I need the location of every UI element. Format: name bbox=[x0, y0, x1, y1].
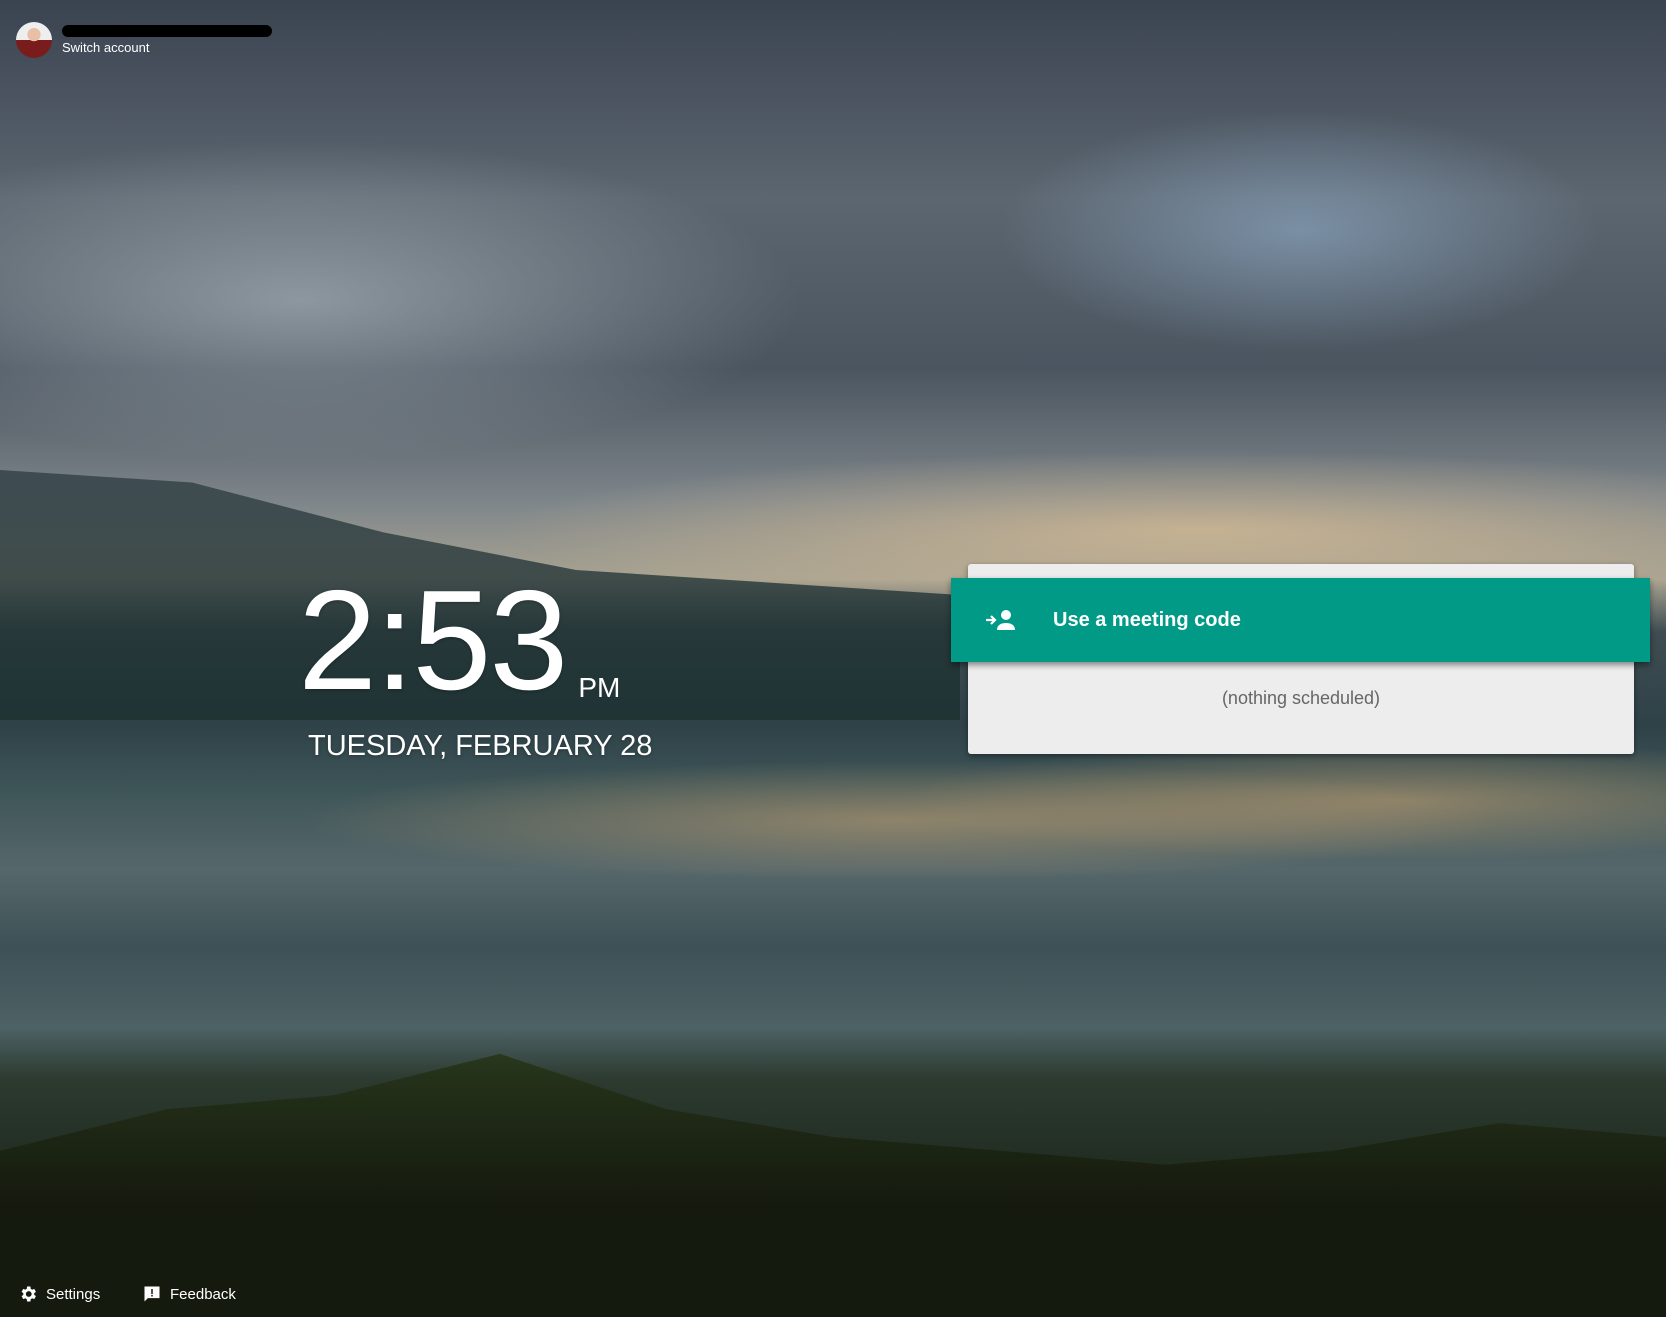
feedback-button[interactable]: Feedback bbox=[142, 1284, 236, 1304]
gear-icon bbox=[21, 1286, 36, 1302]
switch-account-label[interactable]: Switch account bbox=[62, 40, 272, 55]
account-switcher[interactable]: Switch account bbox=[16, 22, 272, 58]
nothing-scheduled-text: (nothing scheduled) bbox=[1221, 688, 1381, 708]
feedback-label: Feedback bbox=[170, 1285, 236, 1303]
settings-label: Settings bbox=[46, 1285, 101, 1303]
person-add-arrow-icon bbox=[986, 610, 1015, 630]
use-meeting-code-button[interactable]: Use a meeting code bbox=[951, 578, 1650, 662]
clock-date: TUESDAY, FEBRUARY 28 bbox=[308, 730, 653, 762]
feedback-icon bbox=[144, 1286, 160, 1302]
clock-ampm: PM bbox=[578, 672, 621, 703]
background-trees bbox=[0, 1053, 1666, 1317]
redacted-account-name bbox=[62, 25, 272, 37]
avatar bbox=[16, 22, 52, 58]
clock: 2:53 PM bbox=[298, 570, 620, 712]
settings-button[interactable]: Settings bbox=[18, 1284, 100, 1304]
clock-time: 2:53 bbox=[298, 561, 568, 720]
use-meeting-code-label: Use a meeting code bbox=[1053, 608, 1241, 631]
